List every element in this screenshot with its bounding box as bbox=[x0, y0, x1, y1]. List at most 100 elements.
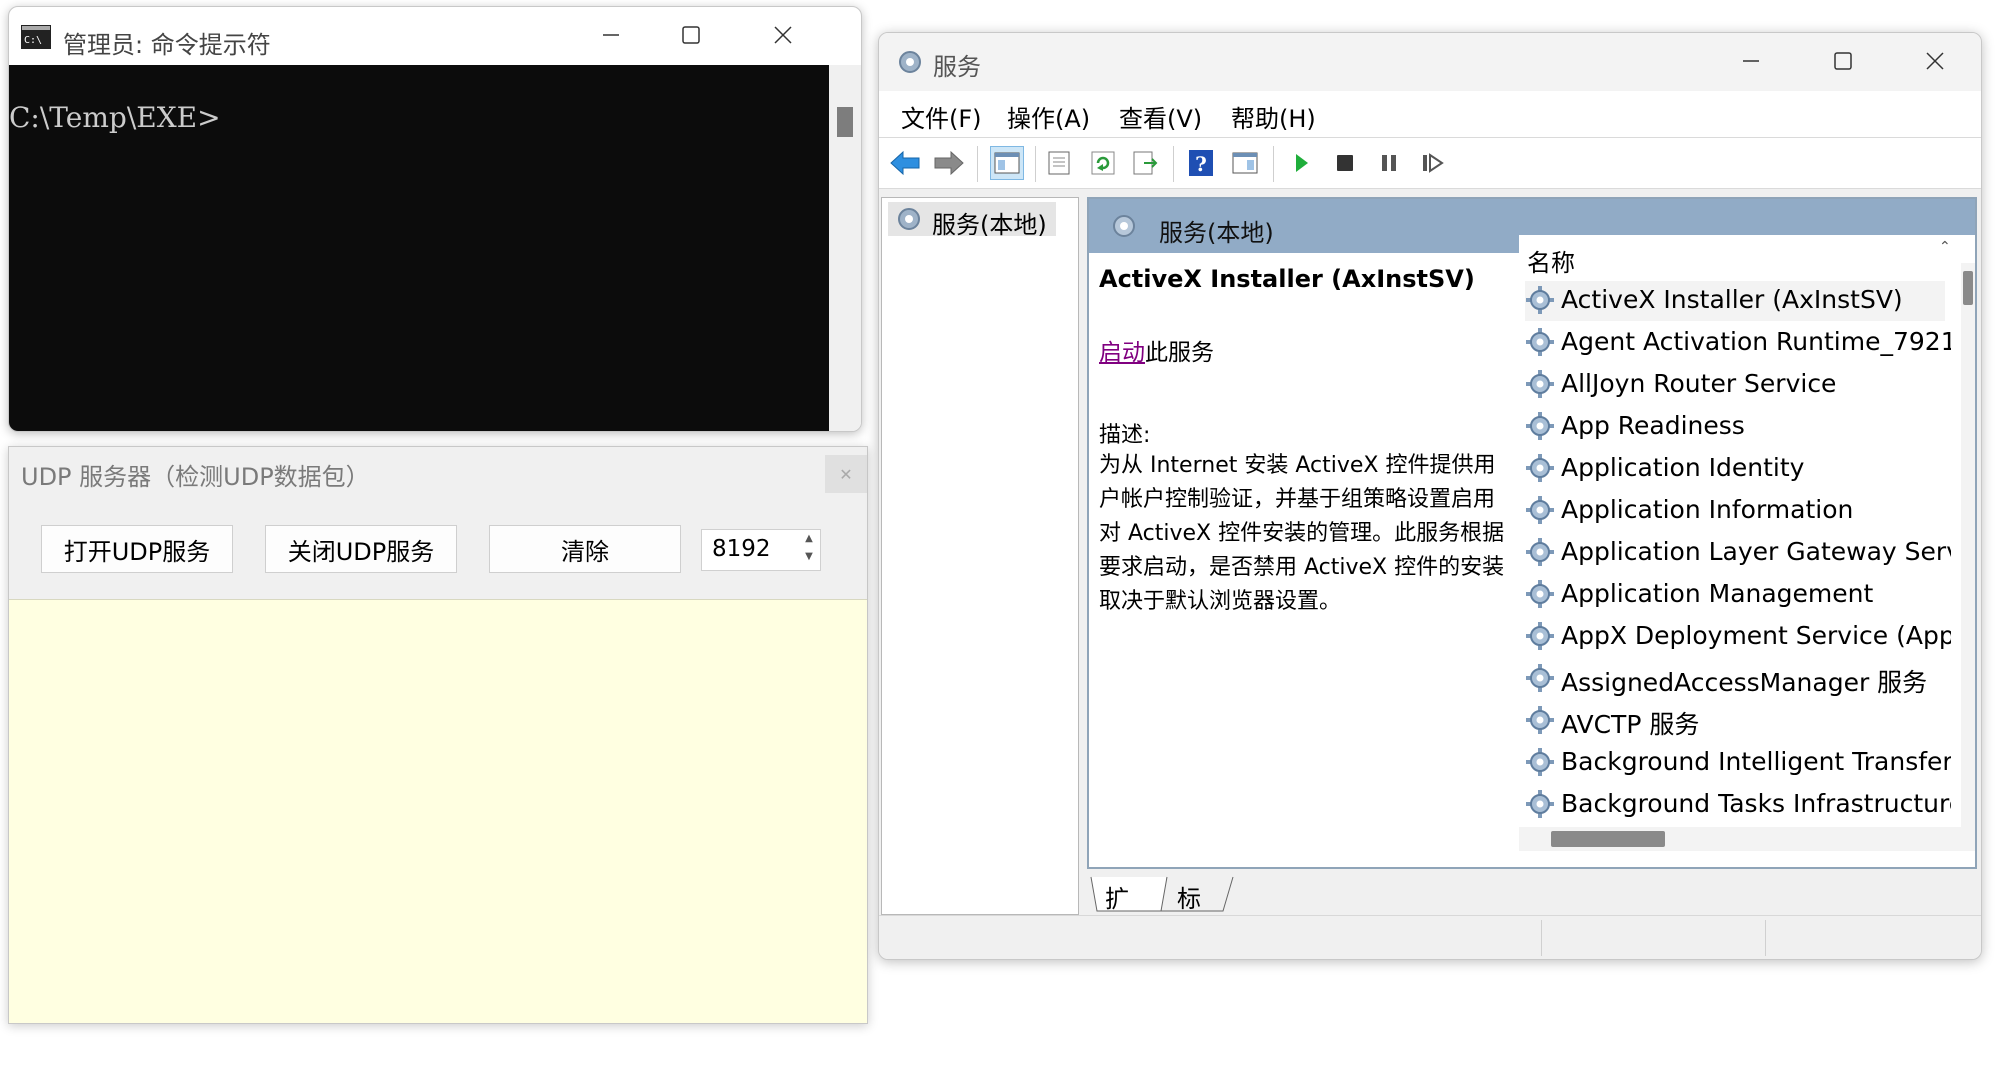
services-window: 服务 文件(F) 操作(A) 查看(V) 帮助(H) ? 服务(本地) 服务(本… bbox=[878, 32, 1982, 960]
restart-service-icon[interactable] bbox=[1417, 147, 1449, 179]
service-row[interactable]: Application Management bbox=[1525, 575, 1945, 615]
service-name: App Readiness bbox=[1561, 411, 1745, 440]
buffer-size-value[interactable]: 8192 bbox=[712, 536, 771, 562]
service-row[interactable]: AssignedAccessManager 服务 bbox=[1525, 659, 1945, 699]
service-gear-icon bbox=[1525, 285, 1555, 315]
svg-text:?: ? bbox=[1195, 152, 1207, 176]
service-row[interactable]: Background Tasks Infrastructure Ser bbox=[1525, 785, 1951, 825]
service-gear-icon bbox=[1525, 369, 1555, 399]
export-list-icon[interactable] bbox=[1129, 147, 1161, 179]
stop-service-icon[interactable] bbox=[1329, 147, 1361, 179]
clear-button[interactable]: 清除 bbox=[489, 525, 681, 573]
start-service-link[interactable]: 启动 bbox=[1099, 340, 1145, 366]
menu-file[interactable]: 文件(F) bbox=[901, 99, 982, 134]
properties-icon[interactable] bbox=[1043, 147, 1075, 179]
services-list: 名称 ⌃ ActiveX Installer (AxInstSV) Agent A… bbox=[1519, 235, 1975, 867]
service-gear-icon bbox=[1525, 789, 1555, 819]
service-row[interactable]: Application Information bbox=[1525, 491, 1945, 531]
start-service-icon[interactable] bbox=[1285, 147, 1317, 179]
service-name: AssignedAccessManager 服务 bbox=[1561, 668, 1928, 697]
scrollbar-thumb[interactable] bbox=[837, 107, 853, 137]
forward-arrow-icon[interactable] bbox=[933, 147, 965, 179]
service-name: ActiveX Installer (AxInstSV) bbox=[1561, 285, 1903, 314]
packet-log-area[interactable] bbox=[9, 599, 867, 1023]
service-row[interactable]: Background Intelligent Transfer Serv bbox=[1525, 743, 1951, 783]
spin-down-icon[interactable]: ▼ bbox=[802, 550, 816, 564]
svg-text:C:\: C:\ bbox=[24, 35, 42, 46]
minimize-button[interactable] bbox=[591, 15, 631, 55]
menu-action[interactable]: 操作(A) bbox=[1007, 99, 1090, 134]
service-name: Agent Activation Runtime_79214e9 bbox=[1561, 327, 1951, 356]
back-arrow-icon[interactable] bbox=[889, 147, 921, 179]
service-detail-panel: ActiveX Installer (AxInstSV) 启动此服务 描述: 为… bbox=[1099, 265, 1519, 619]
service-row[interactable]: Agent Activation Runtime_79214e9 bbox=[1525, 323, 1951, 363]
service-gear-icon bbox=[1525, 579, 1555, 609]
service-name: Background Intelligent Transfer Serv bbox=[1561, 747, 1951, 776]
service-row[interactable]: AppX Deployment Service (AppXSV bbox=[1525, 617, 1951, 657]
open-udp-button[interactable]: 打开UDP服务 bbox=[41, 525, 233, 573]
window-title: UDP 服务器（检测UDP数据包） bbox=[21, 463, 370, 491]
description-label: 描述: bbox=[1099, 423, 1151, 448]
console-output[interactable]: C:\Temp\EXE> bbox=[9, 65, 829, 431]
start-service-suffix: 此服务 bbox=[1145, 340, 1214, 366]
service-row[interactable]: AllJoyn Router Service bbox=[1525, 365, 1945, 405]
list-vertical-scrollbar[interactable] bbox=[1961, 263, 1975, 827]
list-scrollbar-thumb[interactable] bbox=[1963, 271, 1973, 305]
pane-header-title: 服务(本地) bbox=[1159, 219, 1274, 247]
console-tree-icon[interactable] bbox=[990, 146, 1024, 180]
service-gear-icon bbox=[1525, 327, 1555, 357]
selected-service-name: ActiveX Installer (AxInstSV) bbox=[1099, 265, 1475, 293]
tree-item-services-local[interactable]: 服务(本地) bbox=[888, 202, 1056, 239]
service-gear-icon bbox=[1525, 663, 1555, 693]
window-title: 服务 bbox=[933, 53, 981, 81]
service-row[interactable]: AVCTP 服务 bbox=[1525, 701, 1945, 741]
status-bar bbox=[879, 915, 1981, 959]
menu-bar: 文件(F) 操作(A) 查看(V) 帮助(H) bbox=[879, 91, 1981, 138]
service-name: Background Tasks Infrastructure Ser bbox=[1561, 789, 1951, 818]
service-gear-icon bbox=[1525, 705, 1555, 735]
toolbar: ? bbox=[879, 138, 1981, 189]
help-icon[interactable]: ? bbox=[1185, 147, 1217, 179]
service-description: 为从 Internet 安装 ActiveX 控件提供用户帐户控制验证，并基于组… bbox=[1099, 453, 1505, 614]
menu-help[interactable]: 帮助(H) bbox=[1231, 99, 1316, 134]
service-gear-icon bbox=[1525, 495, 1555, 525]
horizontal-scrollbar-thumb[interactable] bbox=[1551, 831, 1665, 847]
service-row[interactable]: ActiveX Installer (AxInstSV) bbox=[1525, 281, 1945, 321]
udp-server-window: UDP 服务器（检测UDP数据包） ✕ 打开UDP服务 关闭UDP服务 清除 8… bbox=[8, 446, 868, 1024]
service-name: AppX Deployment Service (AppXSV bbox=[1561, 621, 1951, 650]
service-name: Application Identity bbox=[1561, 453, 1805, 482]
service-name: AllJoyn Router Service bbox=[1561, 369, 1837, 398]
close-button[interactable] bbox=[763, 15, 803, 55]
command-prompt-window: C:\ 管理员: 命令提示符 C:\Temp\EXE> bbox=[8, 6, 862, 432]
column-header-name[interactable]: 名称 bbox=[1527, 243, 1575, 278]
menu-view[interactable]: 查看(V) bbox=[1119, 99, 1202, 134]
service-row[interactable]: App Readiness bbox=[1525, 407, 1945, 447]
gear-icon bbox=[894, 204, 924, 234]
service-row[interactable]: Application Layer Gateway Service bbox=[1525, 533, 1951, 573]
window-title: 管理员: 命令提示符 bbox=[63, 31, 271, 59]
service-name: Application Information bbox=[1561, 495, 1854, 524]
service-row[interactable]: Application Identity bbox=[1525, 449, 1945, 489]
cmd-app-icon: C:\ bbox=[21, 25, 51, 49]
tree-item-label: 服务(本地) bbox=[932, 211, 1047, 239]
refresh-icon[interactable] bbox=[1087, 147, 1119, 179]
gear-icon bbox=[895, 47, 925, 77]
service-name: Application Layer Gateway Service bbox=[1561, 537, 1951, 566]
close-udp-button[interactable]: 关闭UDP服务 bbox=[265, 525, 457, 573]
maximize-button[interactable] bbox=[671, 15, 711, 55]
close-button[interactable]: ✕ bbox=[825, 455, 867, 493]
show-hide-pane-icon[interactable] bbox=[1229, 147, 1261, 179]
services-main-pane: 服务(本地) ActiveX Installer (AxInstSV) 启动此服… bbox=[1087, 197, 1977, 869]
close-button[interactable] bbox=[1915, 41, 1955, 81]
buffer-size-stepper[interactable]: 8192 ▲ ▼ bbox=[701, 529, 821, 571]
maximize-button[interactable] bbox=[1823, 41, 1863, 81]
pause-service-icon[interactable] bbox=[1373, 147, 1405, 179]
sort-arrow-icon: ⌃ bbox=[1939, 239, 1951, 255]
service-gear-icon bbox=[1525, 411, 1555, 441]
minimize-button[interactable] bbox=[1731, 41, 1771, 81]
title-bar: 服务 bbox=[879, 33, 1981, 91]
service-name: Application Management bbox=[1561, 579, 1874, 608]
service-gear-icon bbox=[1525, 747, 1555, 777]
service-gear-icon bbox=[1525, 453, 1555, 483]
spin-up-icon[interactable]: ▲ bbox=[802, 532, 816, 546]
